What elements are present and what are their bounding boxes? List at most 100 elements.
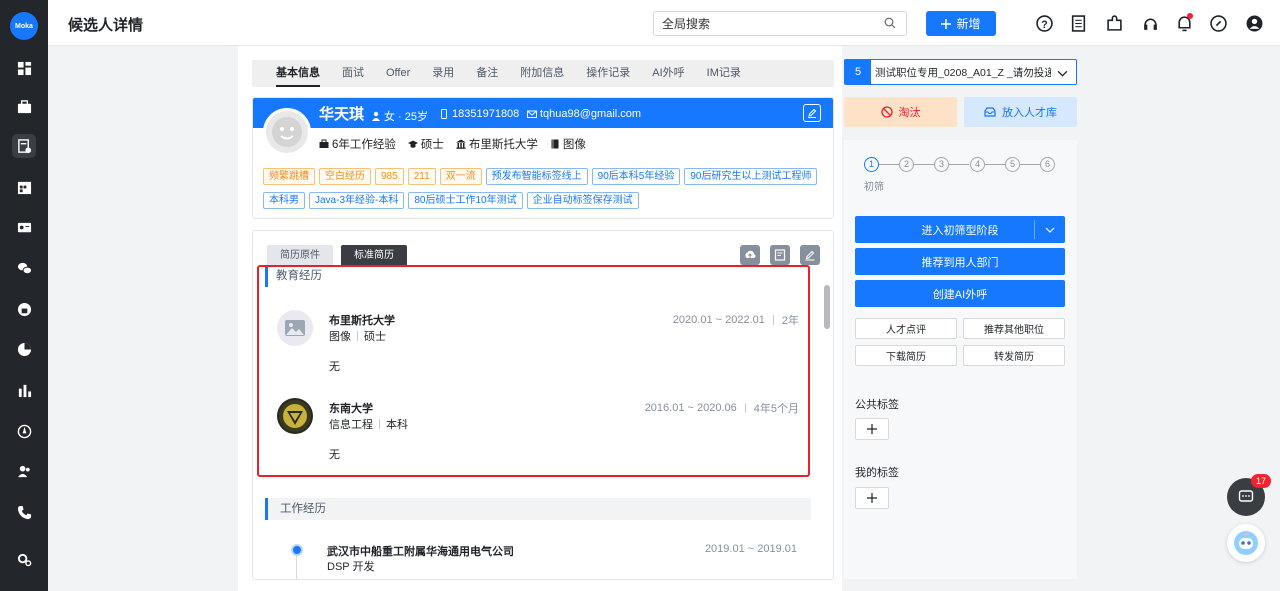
compass-icon[interactable] (12, 419, 36, 443)
plus-icon (867, 493, 877, 503)
tab-basic-info[interactable]: 基本信息 (276, 60, 320, 87)
gender-age: 女 · 25岁 (371, 108, 428, 124)
tab-original-resume[interactable]: 简历原件 (267, 245, 333, 267)
mail-icon (527, 110, 537, 118)
tab-im-log[interactable]: IM记录 (707, 60, 741, 87)
phone-icon[interactable] (12, 500, 36, 524)
recommend-button[interactable]: 推荐到用人部门 (855, 248, 1065, 275)
upload-resume-icon[interactable] (740, 245, 760, 265)
scrollbar[interactable] (824, 285, 830, 329)
step-5[interactable]: 5 (1005, 157, 1020, 172)
pie-chart-icon[interactable] (12, 337, 36, 361)
chevron-down-icon (1057, 70, 1068, 77)
step-3[interactable]: 3 (934, 157, 949, 172)
global-search[interactable] (653, 11, 907, 36)
step-1[interactable]: 1 (864, 157, 879, 172)
wechat-icon[interactable] (12, 256, 36, 280)
tag-row-2: 本科男 Java-3年经验-本科 80后硕士工作10年测试 企业自动标签保存测试 (263, 192, 639, 209)
step-4[interactable]: 4 (970, 157, 985, 172)
job-select[interactable]: 5 测试职位专用_0208_A01_Z _请勿投递 (844, 59, 1077, 85)
person-icon (372, 111, 380, 121)
tab-operation-log[interactable]: 操作记录 (586, 60, 630, 87)
add-my-tag-button[interactable] (855, 487, 889, 509)
public-tags-label: 公共标签 (855, 399, 899, 411)
chevron-down-icon[interactable] (1045, 225, 1055, 235)
link-icon[interactable] (1208, 13, 1228, 33)
thumbs-up-icon[interactable] (12, 297, 36, 321)
page-title: 候选人详情 (68, 17, 144, 34)
step-connector (985, 164, 1005, 165)
ai-assistant-button[interactable] (1227, 524, 1265, 562)
enter-stage-button[interactable]: 进入初筛型阶段 (855, 216, 1065, 243)
talent-pool-button[interactable]: 放入人才库 (964, 97, 1077, 127)
work-title: 工作经历 (265, 498, 811, 520)
tag: 本科男 (263, 192, 305, 209)
ban-icon (880, 106, 893, 118)
talent-label: 放入人才库 (1002, 107, 1057, 119)
enter-stage-label: 进入初筛型阶段 (921, 224, 999, 237)
search-icon[interactable] (884, 17, 896, 29)
recommend-label: 推荐到用人部门 (921, 256, 999, 269)
notification-dot (1187, 13, 1193, 19)
forward-resume-button[interactable]: 转发简历 (963, 345, 1065, 366)
briefcase-icon[interactable] (12, 95, 36, 119)
highlight-box (257, 265, 810, 477)
tag: 双一流 (439, 168, 482, 185)
school: 布里斯托大学 (455, 136, 538, 152)
email-text[interactable]: tqhua98@gmail.com (540, 108, 641, 120)
headset-icon[interactable] (1140, 13, 1160, 33)
gender-age-text: 女 · 25岁 (384, 111, 429, 123)
user-avatar-icon[interactable] (1244, 13, 1264, 33)
tab-extra-info[interactable]: 附加信息 (520, 60, 564, 87)
step-connector (914, 164, 934, 165)
tab-interview[interactable]: 面试 (342, 60, 364, 87)
reject-button[interactable]: 淘汰 (844, 97, 957, 127)
search-input[interactable] (654, 12, 869, 35)
step-2[interactable]: 2 (899, 157, 914, 172)
phone-text[interactable]: 18351971808 (452, 108, 519, 120)
graduation-cap-icon (407, 140, 418, 148)
create-ai-call-label: 创建AI外呼 (932, 288, 988, 301)
edit-candidate-button[interactable] (803, 104, 821, 122)
edit-resume-icon[interactable] (800, 245, 820, 265)
recommend-other-button[interactable]: 推荐其他职位 (963, 318, 1065, 339)
tag: 90后研究生以上测试工程师 (684, 168, 818, 185)
id-card-icon[interactable] (12, 215, 36, 239)
tag: 预发布智能标签线上 (485, 168, 588, 185)
add-button[interactable]: 新增 (926, 11, 996, 36)
create-ai-call-button[interactable]: 创建AI外呼 (855, 280, 1065, 307)
detail-tabs: 基本信息 面试 Offer 录用 备注 附加信息 操作记录 AI外呼 IM记录 (252, 60, 834, 87)
my-tags-label: 我的标签 (855, 467, 899, 479)
date-range: 2019.01 ~ 2019.01 (704, 543, 797, 555)
talent-review-button[interactable]: 人才点评 (855, 318, 957, 339)
tag: 空白经历 (319, 168, 371, 185)
plugin-icon[interactable] (1104, 13, 1124, 33)
candidate-icon[interactable] (12, 134, 36, 158)
work-company-1: 武汉市中船重工附属华海通用电气公司 (327, 546, 514, 558)
note-icon[interactable] (770, 245, 790, 265)
step-6[interactable]: 6 (1040, 157, 1055, 172)
team-icon[interactable] (12, 459, 36, 483)
tab-notes[interactable]: 备注 (476, 60, 498, 87)
notification-icon[interactable] (1174, 13, 1194, 33)
work-position-1: DSP 开发 (327, 561, 375, 573)
download-resume-button[interactable]: 下载简历 (855, 345, 957, 366)
calendar-icon[interactable] (12, 175, 36, 199)
step-connector (1020, 164, 1040, 165)
add-button-label: 新增 (956, 17, 981, 31)
tab-offer[interactable]: Offer (386, 60, 410, 87)
dashboard-icon[interactable] (12, 56, 36, 80)
help-icon[interactable]: ? (1034, 13, 1054, 33)
split-divider (1034, 220, 1035, 239)
step-connector (879, 164, 899, 165)
tag: 90后本科5年经验 (591, 168, 681, 185)
app-logo[interactable]: Moka (10, 12, 38, 40)
bar-chart-icon[interactable] (12, 378, 36, 402)
tab-hire[interactable]: 录用 (432, 60, 454, 87)
tab-ai-call[interactable]: AI外呼 (652, 60, 684, 87)
document-icon[interactable] (1068, 13, 1088, 33)
add-public-tag-button[interactable] (855, 418, 889, 440)
tab-standard-resume[interactable]: 标准简历 (341, 245, 407, 267)
settings-icon[interactable] (12, 547, 36, 571)
candidate-phone: 18351971808 (439, 108, 519, 120)
